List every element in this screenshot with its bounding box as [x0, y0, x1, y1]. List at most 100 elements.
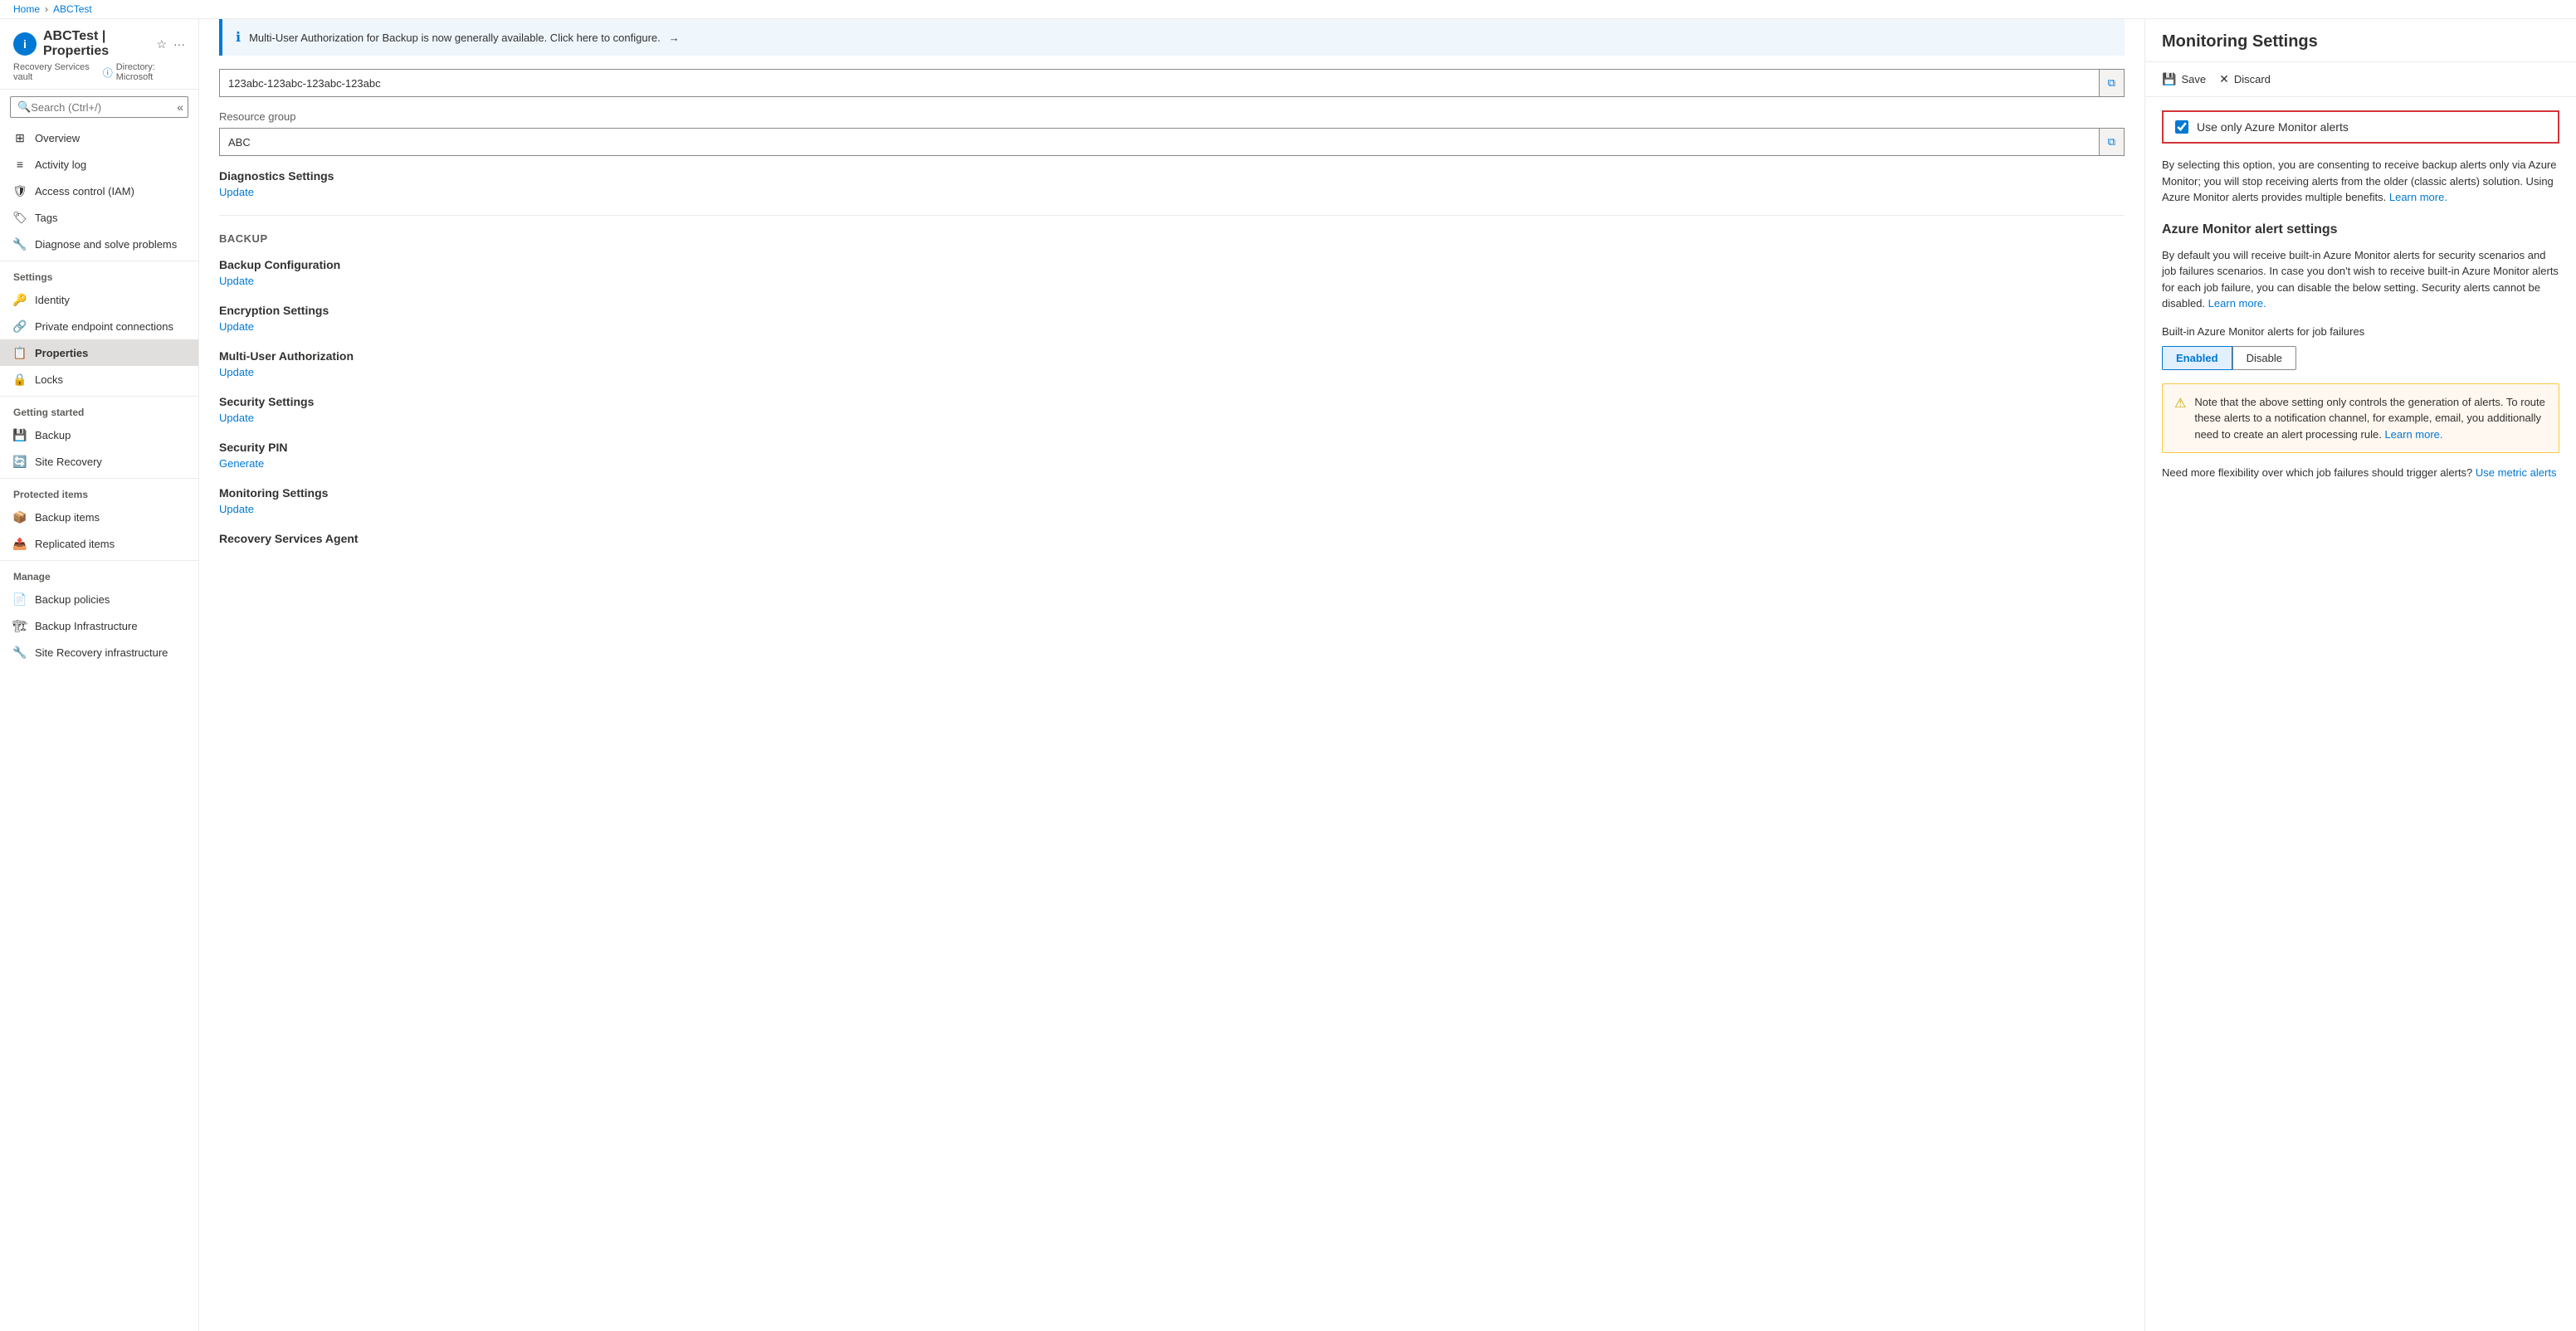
- sidebar-item-private-endpoint-label: Private endpoint connections: [35, 320, 173, 333]
- sidebar-item-backup[interactable]: 💾 Backup: [0, 422, 198, 448]
- infrastructure-icon: 🏗: [13, 619, 27, 632]
- search-input[interactable]: [31, 101, 177, 114]
- recovery-services-agent-title: Recovery Services Agent: [219, 532, 2125, 545]
- more-options-icon[interactable]: ···: [173, 37, 185, 51]
- copy-resource-group-button[interactable]: ⧉: [2099, 129, 2124, 155]
- multi-user-auth-update-link[interactable]: Update: [219, 366, 254, 378]
- sidebar-item-locks[interactable]: 🔒 Locks: [0, 366, 198, 392]
- collapse-sidebar-button[interactable]: «: [177, 100, 183, 114]
- use-metric-alerts-link[interactable]: Use metric alerts: [2476, 466, 2557, 479]
- sidebar-item-backup-infrastructure-label: Backup Infrastructure: [35, 620, 138, 632]
- backup-icon: 💾: [13, 428, 27, 441]
- discard-icon: ✕: [2219, 72, 2229, 86]
- warning-box: ⚠ Note that the above setting only contr…: [2162, 383, 2559, 454]
- security-settings-title: Security Settings: [219, 395, 2125, 408]
- encryption-settings-section: Encryption Settings Update: [219, 304, 2125, 333]
- warning-learn-more-link[interactable]: Learn more.: [2384, 428, 2442, 441]
- multi-user-auth-section: Multi-User Authorization Update: [219, 349, 2125, 378]
- enabled-toggle-button[interactable]: Enabled: [2162, 346, 2232, 370]
- resource-group-input[interactable]: [220, 129, 2092, 155]
- wrench-icon: 🔧: [13, 237, 27, 251]
- sidebar-item-identity[interactable]: 🔑 Identity: [0, 286, 198, 313]
- monitoring-body: Use only Azure Monitor alerts By selecti…: [2145, 97, 2576, 492]
- copy-resource-id-button[interactable]: ⧉: [2099, 70, 2124, 96]
- sidebar-item-tags-label: Tags: [35, 212, 57, 224]
- alert-settings-learn-more-link[interactable]: Learn more.: [2208, 297, 2266, 310]
- multi-user-auth-title: Multi-User Authorization: [219, 349, 2125, 363]
- breadcrumb-separator: ›: [45, 3, 48, 15]
- sidebar-item-backup-label: Backup: [35, 429, 71, 441]
- resource-id-input[interactable]: [220, 71, 2092, 96]
- encryption-settings-update-link[interactable]: Update: [219, 320, 254, 333]
- sidebar-item-replicated-items[interactable]: 📤 Replicated items: [0, 530, 198, 557]
- tag-icon: 🏷: [13, 211, 27, 224]
- main-content: ℹ Multi-User Authorization for Backup is…: [199, 19, 2576, 1331]
- backup-configuration-update-link[interactable]: Update: [219, 275, 254, 287]
- properties-panel: ℹ Multi-User Authorization for Backup is…: [199, 19, 2144, 1331]
- sidebar-item-properties[interactable]: 📋 Properties: [0, 339, 198, 366]
- resource-id-field: ⧉: [219, 69, 2125, 97]
- monitoring-settings-title: Monitoring Settings: [219, 486, 2125, 500]
- sidebar-item-overview[interactable]: ⊞ Overview: [0, 124, 198, 151]
- resource-group-field: Resource group ⧉: [219, 110, 2125, 156]
- built-in-label: Built-in Azure Monitor alerts for job fa…: [2162, 325, 2559, 338]
- resource-id-row: ⧉: [219, 69, 2125, 97]
- sidebar-item-site-recovery-infrastructure-label: Site Recovery infrastructure: [35, 646, 168, 659]
- getting-started-section-label: Getting started: [0, 396, 198, 422]
- protected-items-section-label: Protected items: [0, 478, 198, 504]
- favorite-star-icon[interactable]: ☆: [156, 37, 167, 51]
- search-box: 🔍 «: [10, 96, 188, 118]
- site-recovery-icon: 🔄: [13, 455, 27, 468]
- sidebar-header: i ABCTest | Properties ☆ ··· Recovery Se…: [0, 19, 198, 90]
- sidebar-item-site-recovery-label: Site Recovery: [35, 456, 102, 468]
- azure-monitor-checkbox-container: Use only Azure Monitor alerts: [2162, 110, 2559, 144]
- sidebar-item-access-control[interactable]: 🛡 Access control (IAM): [0, 178, 198, 204]
- site-recovery-infra-icon: 🔧: [13, 646, 27, 659]
- properties-icon: 📋: [13, 346, 27, 359]
- banner-info-icon: ℹ: [236, 29, 241, 46]
- sidebar-item-access-control-label: Access control (IAM): [35, 185, 134, 197]
- encryption-settings-title: Encryption Settings: [219, 304, 2125, 317]
- azure-monitor-checkbox-label[interactable]: Use only Azure Monitor alerts: [2197, 120, 2349, 134]
- description-learn-more-link[interactable]: Learn more.: [2389, 191, 2447, 203]
- sidebar-item-private-endpoint[interactable]: 🔗 Private endpoint connections: [0, 313, 198, 339]
- discard-button[interactable]: ✕ Discard: [2219, 69, 2271, 90]
- list-icon: ≡: [13, 158, 27, 171]
- link-icon: 🔗: [13, 319, 27, 333]
- disable-toggle-button[interactable]: Disable: [2232, 346, 2296, 370]
- diagnostics-title: Diagnostics Settings: [219, 169, 2125, 183]
- diagnostics-update-link[interactable]: Update: [219, 186, 254, 198]
- sidebar-item-backup-items[interactable]: 📦 Backup items: [0, 504, 198, 530]
- save-button[interactable]: 💾 Save: [2162, 69, 2206, 90]
- sidebar-item-activity-log[interactable]: ≡ Activity log: [0, 151, 198, 178]
- sidebar-navigation: ⊞ Overview ≡ Activity log 🛡 Access contr…: [0, 124, 198, 1331]
- sidebar-item-properties-label: Properties: [35, 347, 88, 359]
- security-pin-generate-link[interactable]: Generate: [219, 457, 264, 470]
- sidebar-item-backup-policies[interactable]: 📄 Backup policies: [0, 586, 198, 612]
- sidebar-item-tags[interactable]: 🏷 Tags: [0, 204, 198, 231]
- monitoring-panel: Monitoring Settings 💾 Save ✕ Discard Use…: [2144, 19, 2576, 1331]
- sidebar-item-site-recovery-infrastructure[interactable]: 🔧 Site Recovery infrastructure: [0, 639, 198, 666]
- azure-monitor-checkbox[interactable]: [2175, 120, 2188, 134]
- warning-text: Note that the above setting only control…: [2194, 394, 2547, 443]
- lock-icon: 🔒: [13, 373, 27, 386]
- grid-icon: ⊞: [13, 131, 27, 144]
- breadcrumb-home[interactable]: Home: [13, 3, 40, 15]
- info-icon: ⓘ: [103, 66, 113, 80]
- breadcrumb: Home › ABCTest: [0, 0, 2576, 19]
- diagnostics-section: Diagnostics Settings Update: [219, 169, 2125, 198]
- sidebar-subtitle: Recovery Services vault ⓘ Directory: Mic…: [13, 62, 185, 82]
- security-settings-update-link[interactable]: Update: [219, 412, 254, 424]
- backup-section-title: BACKUP: [219, 232, 2125, 245]
- banner-arrow: →: [669, 32, 680, 44]
- sidebar-item-diagnose[interactable]: 🔧 Diagnose and solve problems: [0, 231, 198, 257]
- backup-configuration-section: Backup Configuration Update: [219, 258, 2125, 287]
- properties-body: ⧉ Resource group ⧉ Diagnostics Settings …: [199, 69, 2144, 582]
- sidebar-item-backup-infrastructure[interactable]: 🏗 Backup Infrastructure: [0, 612, 198, 639]
- sidebar-item-site-recovery[interactable]: 🔄 Site Recovery: [0, 448, 198, 475]
- monitoring-settings-update-link[interactable]: Update: [219, 503, 254, 515]
- breadcrumb-current[interactable]: ABCTest: [53, 3, 92, 15]
- resource-group-row: ⧉: [219, 128, 2125, 156]
- info-banner[interactable]: ℹ Multi-User Authorization for Backup is…: [219, 19, 2125, 56]
- sidebar-vault-icon: i: [13, 32, 37, 56]
